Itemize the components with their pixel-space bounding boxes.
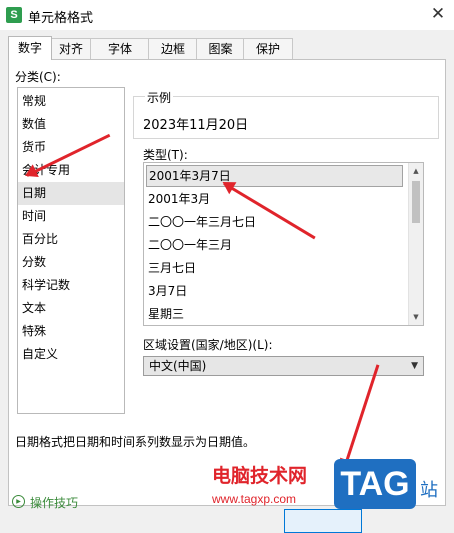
type-item[interactable]: 星期三	[146, 303, 403, 325]
close-button[interactable]: ✕	[424, 1, 452, 27]
type-item[interactable]: 2001年3月7日	[146, 165, 403, 187]
type-list-scrollbar[interactable]: ▲ ▼	[408, 163, 423, 325]
tips-label: 操作技巧	[30, 496, 79, 510]
category-item-date[interactable]: 日期	[18, 182, 124, 205]
watermark-url: www.tagxp.com	[212, 492, 297, 506]
watermark-site-name: 电脑技术网	[212, 465, 308, 487]
region-select-value: 中文(中国)	[149, 359, 207, 373]
chevron-down-icon: ▼	[411, 361, 418, 371]
tab-strip: 数字 对齐 字体 边框 图案 保护	[0, 36, 454, 60]
scroll-up-icon[interactable]: ▲	[409, 164, 423, 178]
type-item[interactable]: 二〇〇一年三月	[146, 234, 403, 256]
number-format-panel: 分类(C): 常规 数值 货币 会计专用 日期 时间 百分比 分数 科学记数 文…	[8, 59, 446, 506]
tab-pattern[interactable]: 图案	[196, 38, 245, 59]
format-description: 日期格式把日期和时间系列数显示为日期值。	[15, 435, 256, 449]
type-label: 类型(T):	[143, 148, 188, 162]
category-item-scientific[interactable]: 科学记数	[18, 274, 124, 297]
dialog-title: 单元格格式	[28, 11, 94, 26]
category-item-number[interactable]: 数值	[18, 113, 124, 136]
tab-border[interactable]: 边框	[148, 38, 198, 59]
wps-spreadsheet-icon: S	[6, 7, 22, 23]
category-item-time[interactable]: 时间	[18, 205, 124, 228]
sample-label: 示例	[145, 89, 174, 106]
category-item-fraction[interactable]: 分数	[18, 251, 124, 274]
type-item[interactable]: 3月7日	[146, 280, 403, 302]
watermark-tag-logo: TAG	[334, 459, 416, 509]
scroll-down-icon[interactable]: ▼	[409, 310, 423, 324]
region-label: 区域设置(国家/地区)(L):	[143, 338, 273, 352]
tab-protection[interactable]: 保护	[243, 38, 293, 59]
type-list[interactable]: 2001年3月7日 2001年3月 二〇〇一年三月七日 二〇〇一年三月 三月七日…	[143, 162, 424, 326]
play-circle-icon: ▶	[12, 495, 25, 508]
category-item-special[interactable]: 特殊	[18, 320, 124, 343]
category-item-general[interactable]: 常规	[18, 90, 124, 113]
tab-number[interactable]: 数字	[8, 36, 52, 60]
category-item-percentage[interactable]: 百分比	[18, 228, 124, 251]
scroll-thumb[interactable]	[412, 181, 420, 223]
category-item-custom[interactable]: 自定义	[18, 343, 124, 366]
category-item-text[interactable]: 文本	[18, 297, 124, 320]
type-item[interactable]: 三月七日	[146, 257, 403, 279]
tab-alignment[interactable]: 对齐	[50, 38, 92, 59]
watermark-station: 站	[420, 480, 438, 501]
ok-button[interactable]	[284, 509, 362, 533]
category-label: 分类(C):	[15, 70, 61, 84]
title-bar: S 单元格格式 ✕	[0, 0, 454, 30]
sample-value: 2023年11月20日	[143, 118, 249, 133]
tab-font[interactable]: 字体	[90, 38, 150, 59]
type-item[interactable]: 2001年3月	[146, 188, 403, 210]
region-select[interactable]: 中文(中国) ▼	[143, 356, 424, 376]
